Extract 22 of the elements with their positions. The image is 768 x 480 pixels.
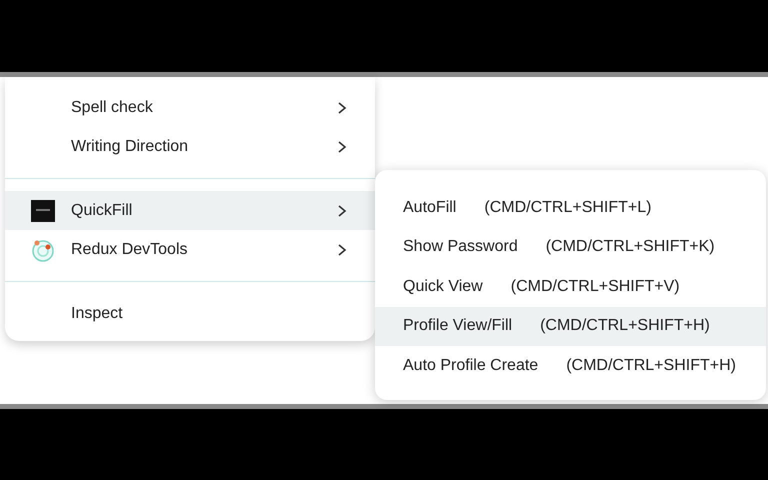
orbit-icon [31, 238, 55, 262]
submenu-item[interactable]: Profile View/Fill (CMD/CTRL+SHIFT+H) [375, 306, 766, 346]
submenu-item[interactable]: Quick View (CMD/CTRL+SHIFT+V) [375, 267, 766, 306]
menu-item[interactable]: Redux DevTools [5, 230, 375, 269]
submenu-item[interactable]: Auto Profile Create (CMD/CTRL+SHIFT+H) [375, 346, 766, 386]
item-label: Auto Profile Create [403, 356, 538, 375]
item-label: Quick View [403, 278, 483, 296]
item-label: Show Password [403, 238, 518, 256]
menu-item[interactable]: Spell check [5, 88, 375, 127]
shortcut-text: (CMD/CTRL+SHIFT+L) [484, 198, 652, 217]
shortcut-text: (CMD/CTRL+SHIFT+H) [540, 317, 710, 336]
extension-icon [31, 200, 55, 222]
submenu-item[interactable]: Show Password (CMD/CTRL+SHIFT+K) [375, 228, 766, 267]
menu-item[interactable]: QuickFill [5, 191, 375, 230]
item-label: Profile View/Fill [403, 317, 512, 336]
item-label: AutoFill [403, 198, 456, 217]
shortcut-text: (CMD/CTRL+SHIFT+H) [566, 356, 736, 375]
menu-item[interactable]: Writing Direction [5, 127, 375, 166]
menu-item[interactable]: Inspect [5, 294, 375, 333]
shortcut-text: (CMD/CTRL+SHIFT+V) [510, 278, 680, 296]
shortcut-text: (CMD/CTRL+SHIFT+K) [546, 238, 715, 256]
submenu-item[interactable]: AutoFill (CMD/CTRL+SHIFT+L) [375, 188, 766, 228]
